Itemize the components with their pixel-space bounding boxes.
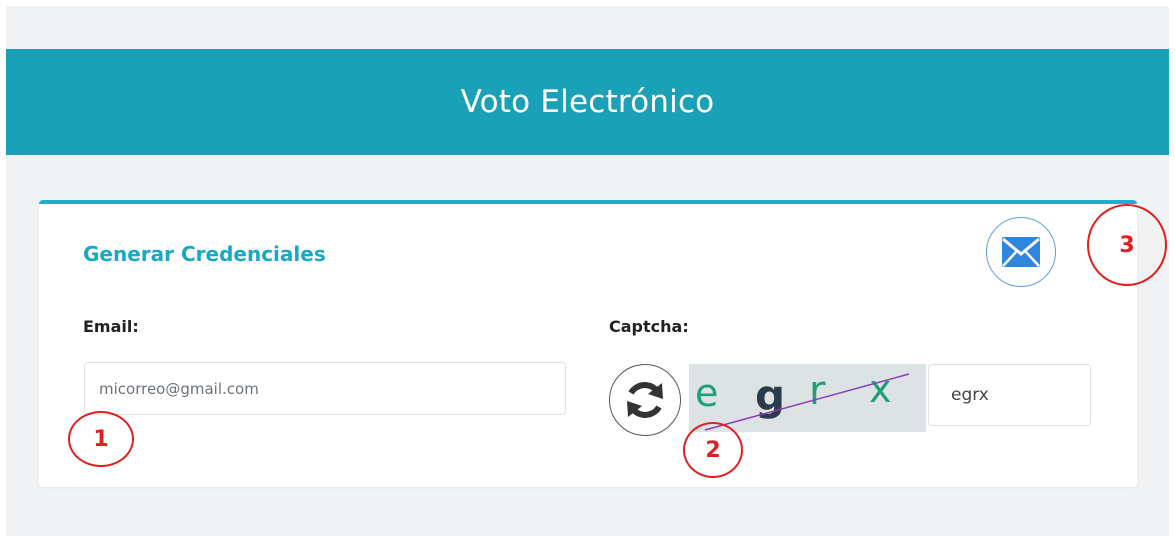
annotation-marker-1: 1 bbox=[68, 411, 134, 467]
refresh-captcha-button[interactable] bbox=[609, 364, 681, 436]
annotation-marker-2: 2 bbox=[683, 422, 743, 478]
header-banner: Voto Electrónico bbox=[6, 49, 1169, 155]
annotation-marker-3: 3 bbox=[1087, 204, 1167, 286]
captcha-label: Captcha: bbox=[609, 317, 689, 336]
captcha-char-3: r bbox=[809, 368, 826, 414]
card-title: Generar Credenciales bbox=[83, 242, 326, 266]
captcha-input[interactable] bbox=[928, 364, 1091, 426]
captcha-image: e g r x bbox=[689, 364, 926, 432]
captcha-char-4: x bbox=[869, 367, 892, 411]
credentials-card: Generar Credenciales Email: Captcha: e g… bbox=[39, 200, 1137, 487]
envelope-icon bbox=[1002, 237, 1040, 267]
email-field[interactable] bbox=[84, 362, 566, 415]
send-credentials-button[interactable] bbox=[986, 217, 1056, 287]
page-title: Voto Electrónico bbox=[460, 84, 715, 120]
refresh-icon bbox=[627, 382, 663, 418]
captcha-char-1: e bbox=[695, 371, 718, 415]
email-label: Email: bbox=[83, 317, 139, 336]
